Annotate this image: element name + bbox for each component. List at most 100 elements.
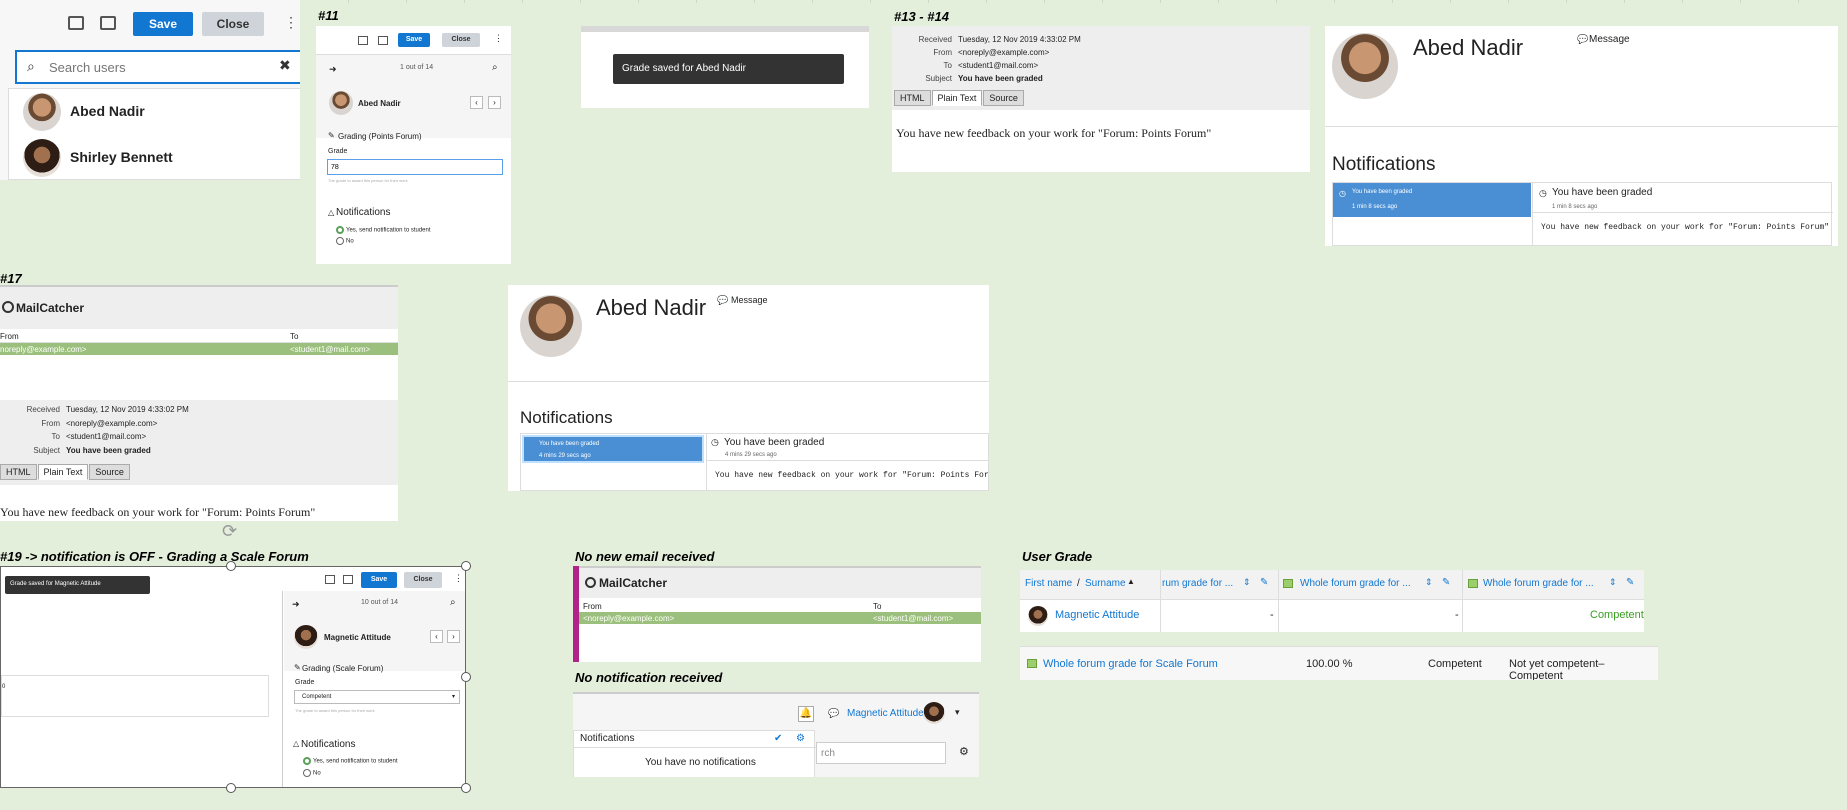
message-link[interactable]: Message [1589,34,1630,45]
close-button[interactable]: Close [442,33,480,47]
col-grade-2[interactable]: Whole forum grade for ... [1300,578,1411,589]
pencil-icon: ✎ [294,663,301,672]
edit-icon[interactable]: ✎ [1442,577,1450,588]
rotate-handle-icon[interactable]: ⟳ [222,521,237,542]
avatar [294,625,318,649]
collapse-right-icon[interactable] [378,36,388,45]
collapse-right-icon[interactable] [100,16,116,30]
collapse-left-icon[interactable] [68,16,84,30]
collapse-left-icon[interactable] [358,36,368,45]
notify-yes-option[interactable]: Yes, send notification to student [336,226,431,234]
collapse-right-icon[interactable] [343,575,353,584]
close-button[interactable]: Close [404,572,442,588]
user-list-item[interactable]: Abed Nadir [9,89,300,133]
message-link[interactable]: Message [731,295,768,305]
radio-yes[interactable] [303,757,311,765]
row-grade-3: Competent [1590,609,1644,621]
next-user-icon[interactable]: › [488,96,501,109]
next-user-icon[interactable]: › [447,630,460,643]
notify-yes-option[interactable]: Yes, send notification to student [303,757,398,765]
user-list-item[interactable]: Shirley Bennett [9,135,300,179]
arrow-right-icon[interactable]: ➜ [292,599,300,610]
toast-text: Grade saved for Abed Nadir [622,63,746,74]
chevron-down-icon[interactable]: ▾ [955,707,960,718]
col-to: To [873,602,882,611]
search-users-input[interactable] [49,56,269,78]
tab-plain-text[interactable]: Plain Text [931,90,983,106]
row-user-name[interactable]: Magnetic Attitude [1055,609,1139,621]
pencil-icon: ✎ [328,131,335,140]
more-menu-icon[interactable]: ⋮ [494,33,503,44]
popover-title: Notifications [580,733,635,744]
grade-input[interactable] [327,159,503,175]
resize-handle-icon[interactable] [226,783,236,793]
summary-name[interactable]: Whole forum grade for Scale Forum [1043,658,1218,670]
save-button[interactable]: Save [361,572,397,588]
tab-plain-text[interactable]: Plain Text [37,464,89,480]
search-fragment: rch [821,748,835,759]
clear-search-icon[interactable]: ✖ [279,57,291,74]
tab-source[interactable]: Source [89,464,130,480]
search-icon[interactable]: ⌕ [492,62,498,73]
edit-icon[interactable]: ✎ [1626,577,1634,588]
search-icon[interactable]: ⌕ [450,597,456,608]
notify-no-option[interactable]: No [303,769,321,777]
gear-icon[interactable]: ⚙ [959,745,969,758]
radio-yes-label: Yes, send notification to student [313,758,398,765]
profile-name: Abed Nadir [1413,35,1524,60]
mc-message-row[interactable]: <noreply@example.com> <student1@mail.com… [579,612,981,624]
summary-range: Not yet competent–Competent [1509,658,1605,680]
notification-item-selected[interactable]: You have been graded 4 mins 29 secs ago [522,435,704,463]
collapse-left-icon[interactable] [325,575,335,584]
search-box[interactable]: rch [816,742,946,764]
detail-divider [1533,212,1833,213]
gear-icon[interactable]: ⚙ [796,733,805,744]
submission-box: 0 [1,675,269,717]
grading-title: Grading (Points Forum) [338,132,422,141]
more-menu-icon[interactable]: ⋮ [284,14,298,31]
section-label-17: #17 [0,271,22,286]
col-grade-1[interactable]: rum grade for ... [1162,578,1233,589]
grader-search-panel: Save Close ⋮ ⌕ ✖ Abed Nadir Shirley Benn… [0,0,300,180]
radio-no[interactable] [336,237,344,245]
message-icon[interactable]: 💬 [1577,34,1588,45]
section-label-no-email: No new email received [575,549,715,564]
close-button[interactable]: Close [202,12,264,36]
notify-no-option[interactable]: No [336,237,354,245]
avatar [520,295,582,357]
resize-handle-icon[interactable] [461,672,471,682]
detail-body: You have new feedback on your work for "… [1541,223,1830,232]
prev-user-icon[interactable]: ‹ [470,96,483,109]
message-icon[interactable]: 💬 [717,295,728,306]
col-grade-3[interactable]: Whole forum grade for ... [1483,578,1594,589]
user-menu-name[interactable]: Magnetic Attitude [847,708,924,719]
user-navigator: ➜ 1 out of 14 ⌕ Abed Nadir ‹ › [316,54,511,138]
sort-icon[interactable]: ⇕ [1243,577,1251,588]
resize-handle-icon[interactable] [461,561,471,571]
bell-icon[interactable]: 🔔 [798,706,814,722]
mc-message-row[interactable]: noreply@example.com> <student1@mail.com> [0,343,398,355]
tab-html[interactable]: HTML [894,90,931,106]
sort-icon[interactable]: ⇕ [1425,577,1433,588]
tab-source[interactable]: Source [983,90,1024,106]
chevron-down-icon: ▾ [452,694,456,700]
arrow-right-icon[interactable]: ➜ [329,64,337,75]
radio-no[interactable] [303,769,311,777]
to-row: To <student1@mail.com> [943,61,1039,70]
save-button[interactable]: Save [133,12,193,36]
resize-handle-icon[interactable] [461,783,471,793]
save-button[interactable]: Save [398,33,430,47]
grade-hint: The grade to award this person for their… [295,708,375,713]
col-first-name[interactable]: First name [1025,578,1072,589]
edit-icon[interactable]: ✎ [1260,577,1268,588]
grade-select[interactable]: Competent ▾ [294,690,460,704]
tab-html[interactable]: HTML [0,464,37,480]
more-menu-icon[interactable]: ⋮ [454,573,463,584]
chat-icon[interactable]: 💬 [828,708,839,719]
col-surname[interactable]: Surname [1085,578,1126,589]
resize-handle-icon[interactable] [226,561,236,571]
sort-icon[interactable]: ⇕ [1609,577,1617,588]
prev-user-icon[interactable]: ‹ [430,630,443,643]
mark-all-read-icon[interactable]: ✔ [774,733,782,744]
radio-yes[interactable] [336,226,344,234]
